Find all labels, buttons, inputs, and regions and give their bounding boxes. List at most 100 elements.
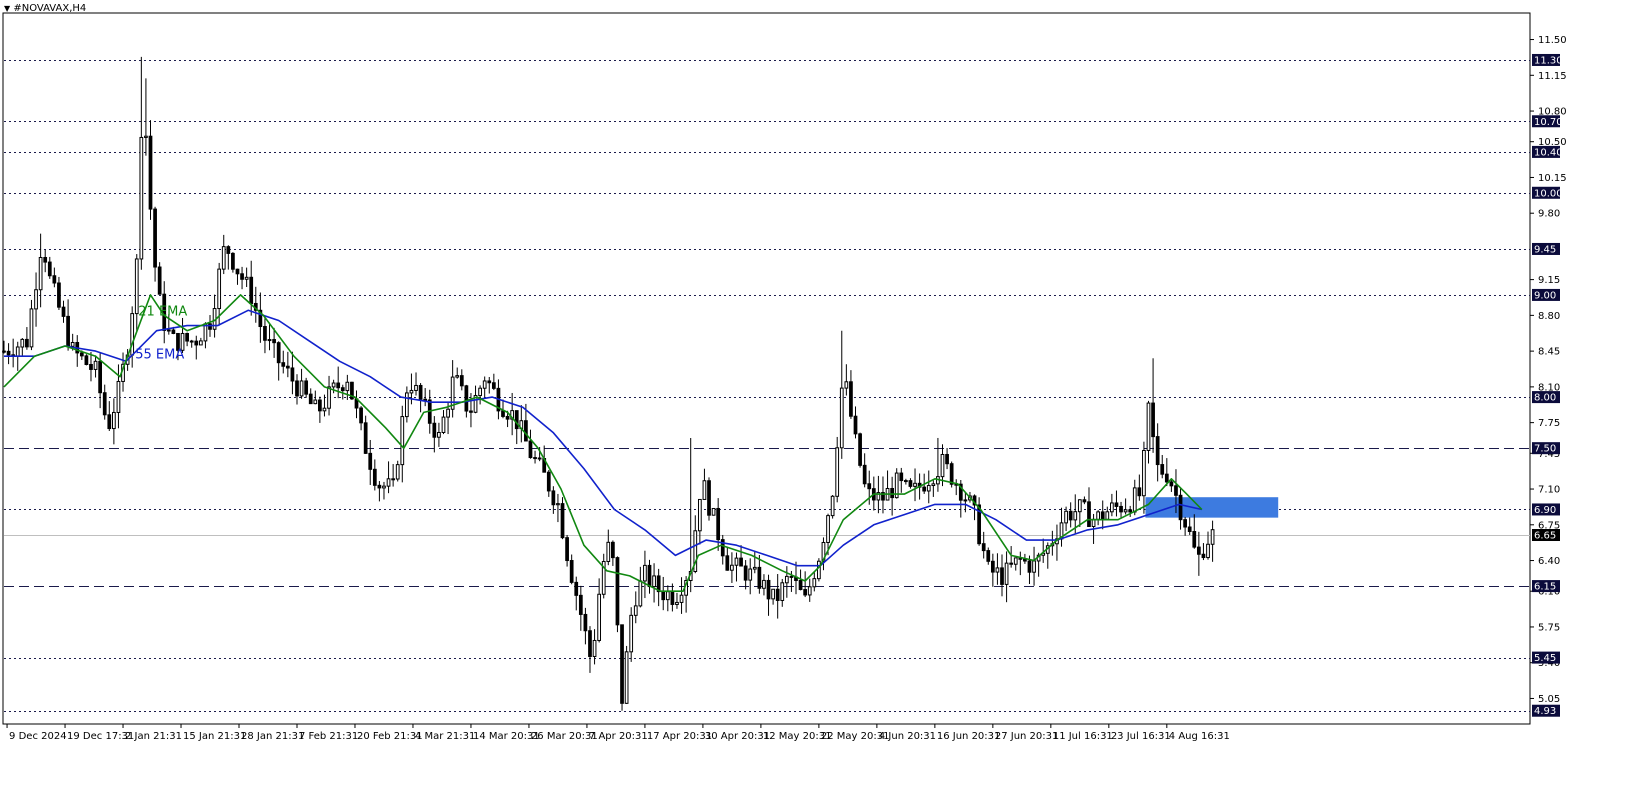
x-tick-label: 16 Jun 20:31 <box>937 731 1001 742</box>
candle-body <box>61 306 66 317</box>
candle-body <box>249 276 254 304</box>
candle-body <box>780 582 785 601</box>
candle-body <box>501 410 505 417</box>
candle-body <box>198 340 203 346</box>
candle-body <box>404 392 409 418</box>
x-tick-label: 11 Jul 16:31 <box>1053 731 1113 742</box>
chart-title-text: #NOVAVAX,H4 <box>13 3 87 14</box>
candle-body <box>70 341 75 347</box>
candle-body <box>1096 511 1101 520</box>
candle-body <box>116 380 121 413</box>
candle-body <box>1000 567 1004 585</box>
candle-body <box>1114 502 1119 507</box>
candle-body <box>244 276 249 280</box>
candle-body <box>267 339 272 342</box>
chart-background <box>0 0 1652 787</box>
candle-body <box>1128 509 1133 513</box>
candle-body <box>986 550 991 562</box>
candle-body <box>949 463 954 485</box>
level-badge-label: 6.15 <box>1534 582 1556 593</box>
x-tick-label: 23 Jul 16:31 <box>1111 731 1171 742</box>
candle-body <box>423 398 428 401</box>
y-tick-label: 7.10 <box>1538 485 1560 496</box>
candle-body <box>940 453 945 478</box>
candle-body <box>153 208 157 268</box>
candle-body <box>469 410 473 413</box>
candle-body <box>569 560 574 583</box>
candle-body <box>194 340 199 346</box>
candle-body <box>890 487 895 499</box>
candle-body <box>464 385 469 412</box>
candle-body <box>725 555 730 571</box>
x-tick-label: 30 Apr 20:31 <box>705 731 770 742</box>
candle-body <box>661 591 666 601</box>
level-badge-label: 9.00 <box>1534 290 1556 301</box>
candle-body <box>482 380 487 389</box>
level-badge-label: 4.93 <box>1534 706 1556 717</box>
candle-body <box>1032 560 1036 573</box>
triangle-down-icon[interactable]: ▼ <box>4 4 10 13</box>
candle-body <box>638 580 643 607</box>
candle-body <box>849 381 853 417</box>
candle-body <box>1192 530 1197 548</box>
candle-body <box>560 503 565 539</box>
candle-body <box>84 355 89 365</box>
candle-body <box>716 507 721 541</box>
candle-body <box>775 588 780 601</box>
candle-body <box>304 380 309 395</box>
level-badge-label: 11.30 <box>1534 55 1563 66</box>
candle-body <box>98 360 103 394</box>
candle-body <box>556 503 560 506</box>
x-tick-label: 4 Mar 21:31 <box>415 731 475 742</box>
y-tick-label: 5.75 <box>1538 622 1560 633</box>
candle-body <box>1183 519 1187 528</box>
candle-body <box>817 560 821 580</box>
candle-body <box>1009 562 1014 565</box>
candle-body <box>6 350 11 356</box>
candle-body <box>345 381 350 392</box>
candle-body <box>899 472 904 482</box>
candle-body <box>240 273 244 280</box>
candlestick-chart[interactable]: 21 EMA55 EMA11.5011.1510.8010.5010.159.8… <box>0 0 1652 787</box>
level-badge-label: 8.00 <box>1534 393 1556 404</box>
x-tick-label: 20 Feb 21:31 <box>357 731 423 742</box>
candle-body <box>217 268 222 310</box>
candle-body <box>1201 553 1206 559</box>
y-tick-label: 10.15 <box>1538 173 1567 184</box>
level-badge-label: 10.00 <box>1534 188 1563 199</box>
candle-body <box>963 499 968 502</box>
candle-body <box>697 498 702 532</box>
candle-body <box>148 135 153 210</box>
candle-body <box>1178 494 1183 521</box>
x-tick-label: 26 Mar 20:31 <box>531 731 598 742</box>
candle-body <box>1155 436 1160 466</box>
candle-body <box>281 362 286 367</box>
candle-body <box>711 507 716 516</box>
candle-body <box>1119 505 1123 513</box>
candle-body <box>276 342 281 364</box>
candle-body <box>1187 526 1192 532</box>
candle-body <box>1169 481 1174 487</box>
ema-annotation: 55 EMA <box>135 347 184 362</box>
candle-body <box>272 339 276 344</box>
candle-body <box>313 399 318 405</box>
candle-body <box>574 581 579 596</box>
candle-body <box>1082 499 1087 503</box>
candle-body <box>38 256 43 291</box>
candle-body <box>144 135 148 138</box>
candle-body <box>766 579 771 600</box>
y-tick-label: 11.50 <box>1538 35 1567 46</box>
candle-body <box>803 589 808 596</box>
candle-body <box>432 422 437 438</box>
supply-zone <box>1145 497 1279 518</box>
level-badge-label: 10.70 <box>1534 117 1563 128</box>
candle-body <box>752 566 757 570</box>
candle-body <box>112 411 116 430</box>
candle-body <box>377 484 382 489</box>
candle-body <box>1027 560 1032 573</box>
candle-body <box>867 483 872 490</box>
candle-body <box>1196 546 1201 555</box>
candle-body <box>1013 557 1018 565</box>
candle-body <box>858 433 862 466</box>
candle-body <box>1077 499 1082 513</box>
